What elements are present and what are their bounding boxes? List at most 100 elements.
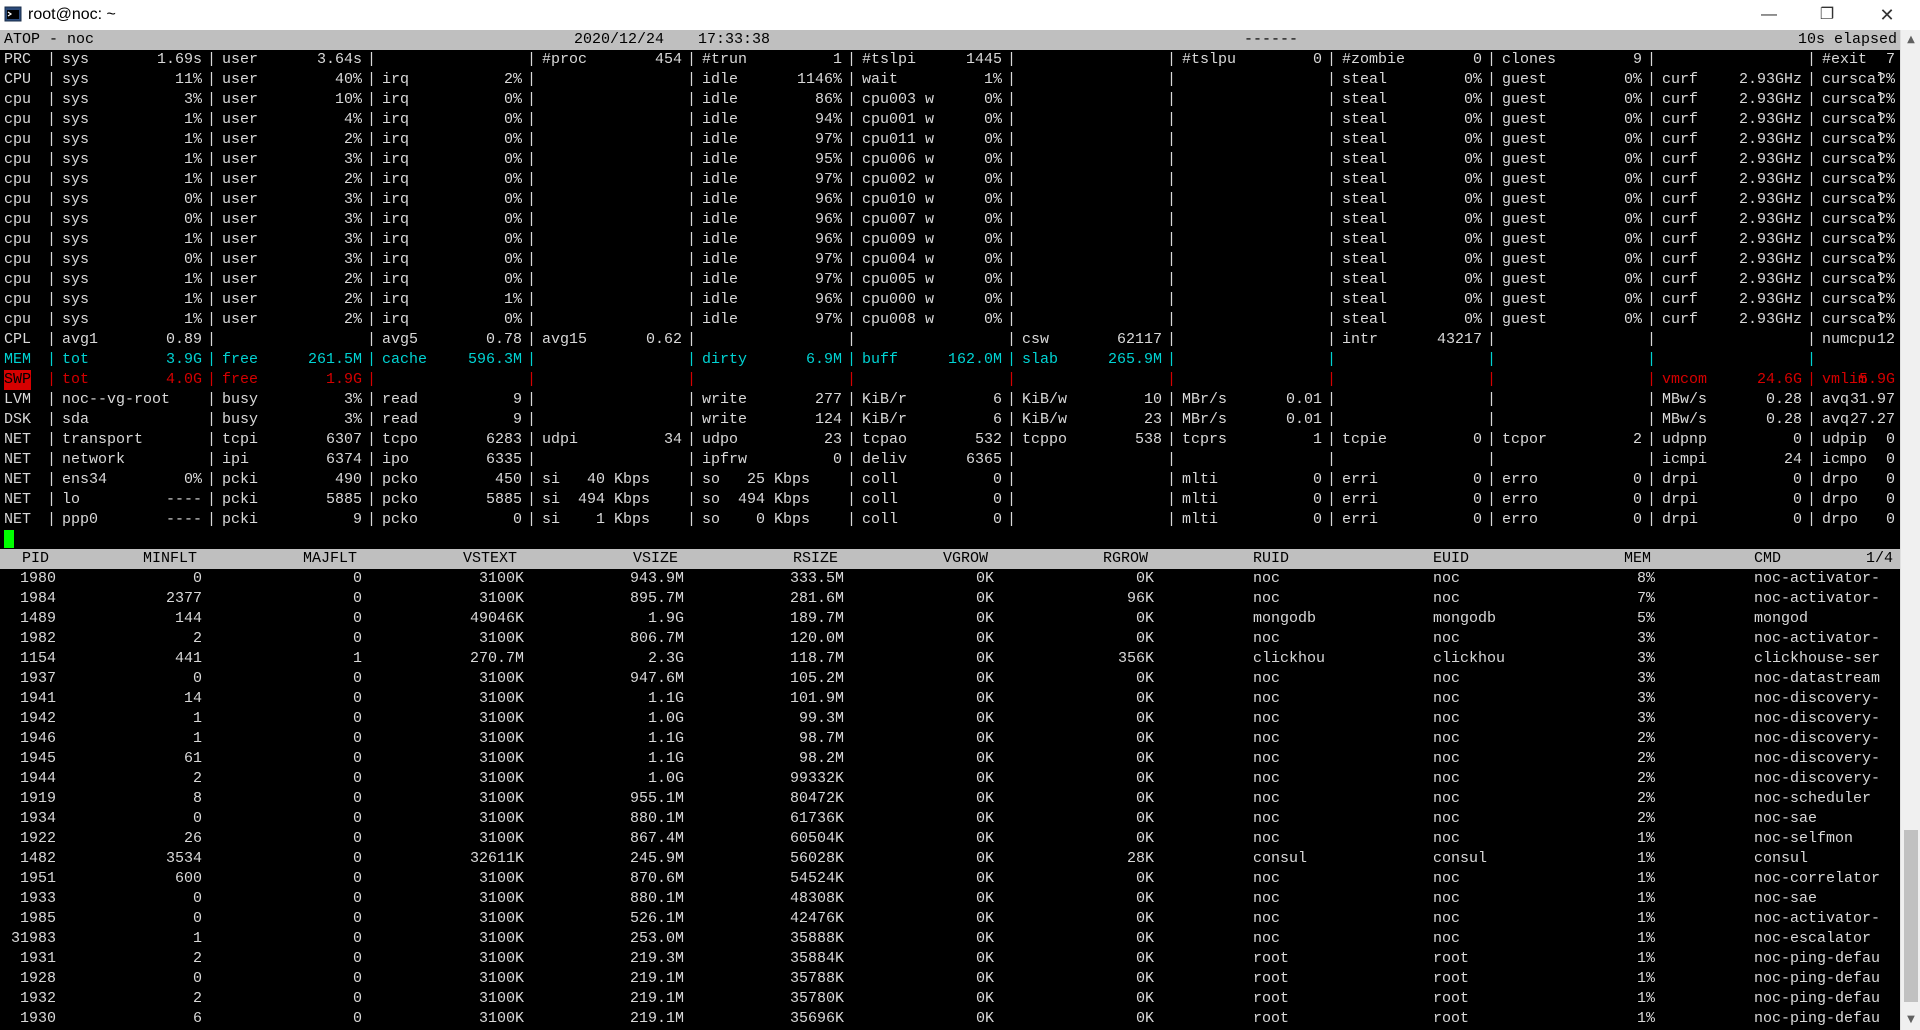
cell-minflt: 0 bbox=[193, 670, 203, 687]
column-separator: | bbox=[1167, 471, 1177, 488]
terminal-area[interactable]: ATOP - noc 2020/12/24 17:33:38 ------ 10… bbox=[0, 30, 1900, 1030]
column-separator: | bbox=[367, 271, 377, 288]
column-separator: | bbox=[47, 291, 57, 308]
cell-cmd: noc-sae bbox=[1754, 810, 1818, 827]
cell-minflt: 1 bbox=[193, 730, 203, 747]
header-dashes: ------ bbox=[1244, 31, 1299, 48]
column-separator: | bbox=[687, 451, 697, 468]
stat-label: guest bbox=[1502, 211, 1548, 228]
scrollbar-thumb[interactable] bbox=[1904, 830, 1918, 1002]
cell-minflt: 144 bbox=[175, 610, 203, 627]
column-separator: | bbox=[47, 71, 57, 88]
stat-label: udpip bbox=[1822, 431, 1868, 448]
vertical-scrollbar[interactable]: ▲ ▼ bbox=[1900, 30, 1920, 1030]
column-separator: | bbox=[847, 71, 857, 88]
stat-value: 0% bbox=[1464, 191, 1483, 208]
close-button[interactable]: ✕ bbox=[1864, 0, 1910, 30]
table-row[interactable]: 1942 1 0 3100K 1.0G 99.3M 0K 0K noc noc 3% noc-disc… bbox=[0, 709, 1900, 729]
cell-vstext: 3100K bbox=[479, 710, 525, 727]
column-separator: | bbox=[527, 131, 537, 148]
table-row[interactable]: 1933 0 0 3100K 880.1M 48308K 0K 0K noc noc 1% noc-s… bbox=[0, 889, 1900, 909]
stat-value: 0% bbox=[1464, 271, 1483, 288]
table-row[interactable]: 1482 3534 0 32611K 245.9M 56028K 0K 28K consul co… bbox=[0, 849, 1900, 869]
stat-row-lvm: LVM | | | | | | | | | | | | noc--vg-root busy 3% read 9 wr… bbox=[0, 390, 1900, 410]
table-row[interactable]: 1154 441 1 270.7M 2.3G 118.7M 0K 356K clickhou cl… bbox=[0, 649, 1900, 669]
stat-label: avg1 bbox=[62, 331, 99, 348]
stat-value: 0% bbox=[1464, 91, 1483, 108]
column-separator: | bbox=[1807, 491, 1817, 508]
column-separator: | bbox=[207, 251, 217, 268]
stat-value: 3% bbox=[344, 391, 363, 408]
table-row[interactable]: 1941 14 0 3100K 1.1G 101.9M 0K 0K noc noc 3% noc-di… bbox=[0, 689, 1900, 709]
stat-label: curscal bbox=[1822, 251, 1886, 268]
cell-vsize: 219.3M bbox=[630, 950, 685, 967]
cell-minflt: 2 bbox=[193, 950, 203, 967]
cell-rsize: 35696K bbox=[790, 1010, 845, 1027]
stat-value: 0 bbox=[1473, 491, 1483, 508]
column-separator: | bbox=[1007, 111, 1017, 128]
stat-label: irq bbox=[382, 191, 410, 208]
minimize-button[interactable]: — bbox=[1746, 0, 1792, 30]
table-row[interactable]: 1931 2 0 3100K 219.3M 35884K 0K 0K root root 1% noc… bbox=[0, 949, 1900, 969]
cell-mem: 1% bbox=[1637, 850, 1656, 867]
cell-cmd: noc-discovery- bbox=[1754, 770, 1881, 787]
scroll-up-arrow-icon[interactable]: ▲ bbox=[1901, 30, 1920, 50]
column-separator: | bbox=[1327, 231, 1337, 248]
stat-row-cpu: cpu | | | | | | | | | | | | sys 0% user 3% irq 0% idle 96% cp… bbox=[0, 210, 1900, 230]
table-row[interactable]: 1928 0 0 3100K 219.1M 35788K 0K 0K root root 1% noc… bbox=[0, 969, 1900, 989]
stat-value: 0 bbox=[1886, 511, 1896, 528]
cell-vsize: 1.1G bbox=[648, 690, 685, 707]
stat-label: guest bbox=[1502, 71, 1548, 88]
column-separator: | bbox=[1807, 451, 1817, 468]
maximize-button[interactable]: ❐ bbox=[1804, 0, 1850, 30]
stat-row-label: cpu bbox=[4, 251, 32, 268]
table-row[interactable]: 1489 144 0 49046K 1.9G 189.7M 0K 0K mongodb mongo… bbox=[0, 609, 1900, 629]
stat-value: 0% bbox=[984, 251, 1003, 268]
column-separator: | bbox=[1807, 411, 1817, 428]
stat-label: KiB/r bbox=[862, 391, 908, 408]
table-row[interactable]: 1932 2 0 3100K 219.1M 35780K 0K 0K root root 1% noc… bbox=[0, 989, 1900, 1009]
stat-label: so 25 Kbps bbox=[702, 471, 811, 488]
column-separator: | bbox=[47, 331, 57, 348]
table-row[interactable]: 1984 2377 0 3100K 895.7M 281.6M 0K 96K noc noc 7% n… bbox=[0, 589, 1900, 609]
table-row[interactable]: 31983 1 0 3100K 253.0M 35888K 0K 0K noc noc 1% noc-… bbox=[0, 929, 1900, 949]
table-row[interactable]: 1937 0 0 3100K 947.6M 105.2M 0K 0K noc noc 3% noc-d… bbox=[0, 669, 1900, 689]
column-separator: | bbox=[687, 291, 697, 308]
table-row[interactable]: 1982 2 0 3100K 806.7M 120.0M 0K 0K noc noc 3% noc-a… bbox=[0, 629, 1900, 649]
column-header-euid: EUID bbox=[1433, 550, 1470, 567]
stat-label: avq bbox=[1822, 391, 1850, 408]
table-row[interactable]: 1930 6 0 3100K 219.1M 35696K 0K 0K root root 1% noc… bbox=[0, 1009, 1900, 1029]
cell-rgrow: 28K bbox=[1127, 850, 1155, 867]
column-separator: | bbox=[1647, 111, 1657, 128]
column-separator: | bbox=[47, 171, 57, 188]
stat-value: 124 bbox=[815, 411, 843, 428]
table-row[interactable]: 1944 2 0 3100K 1.0G 99332K 0K 0K noc noc 2% noc-dis… bbox=[0, 769, 1900, 789]
stat-value: ?% bbox=[1877, 191, 1896, 208]
stat-row-label: NET bbox=[4, 431, 32, 448]
table-row[interactable]: 1922 26 0 3100K 867.4M 60504K 0K 0K noc noc 1% noc-… bbox=[0, 829, 1900, 849]
column-separator: | bbox=[1647, 411, 1657, 428]
stat-label: curf bbox=[1662, 131, 1699, 148]
stat-label: free bbox=[222, 371, 259, 388]
table-row[interactable]: 1980 0 0 3100K 943.9M 333.5M 0K 0K noc noc 8% noc-a… bbox=[0, 569, 1900, 589]
column-separator: | bbox=[527, 351, 537, 368]
table-row[interactable]: 1934 0 0 3100K 880.1M 61736K 0K 0K noc noc 2% noc-s… bbox=[0, 809, 1900, 829]
stat-value: 6335 bbox=[486, 451, 523, 468]
column-separator: | bbox=[47, 311, 57, 328]
table-row[interactable]: 1919 8 0 3100K 955.1M 80472K 0K 0K noc noc 2% noc-s… bbox=[0, 789, 1900, 809]
stat-value: 0% bbox=[504, 111, 523, 128]
stat-label: coll bbox=[862, 491, 899, 508]
column-separator: | bbox=[47, 91, 57, 108]
column-separator: | bbox=[687, 171, 697, 188]
scroll-down-arrow-icon[interactable]: ▼ bbox=[1901, 1010, 1920, 1030]
table-row[interactable]: 1985 0 0 3100K 526.1M 42476K 0K 0K noc noc 1% noc-a… bbox=[0, 909, 1900, 929]
stat-value: 0 bbox=[833, 451, 843, 468]
column-separator: | bbox=[47, 431, 57, 448]
table-row[interactable]: 1945 61 0 3100K 1.1G 98.2M 0K 0K noc noc 2% noc-dis… bbox=[0, 749, 1900, 769]
stat-label: MBr/s bbox=[1182, 391, 1228, 408]
table-row[interactable]: 1946 1 0 3100K 1.1G 98.7M 0K 0K noc noc 2% noc-disc… bbox=[0, 729, 1900, 749]
stat-label: irq bbox=[382, 71, 410, 88]
stat-row-cpu: cpu | | | | | | | | | | | | sys 1% user 2% irq 0% idle 97% cp… bbox=[0, 310, 1900, 330]
cell-minflt: 2377 bbox=[166, 590, 203, 607]
table-row[interactable]: 1951 600 0 3100K 870.6M 54524K 0K 0K noc noc 1% noc… bbox=[0, 869, 1900, 889]
